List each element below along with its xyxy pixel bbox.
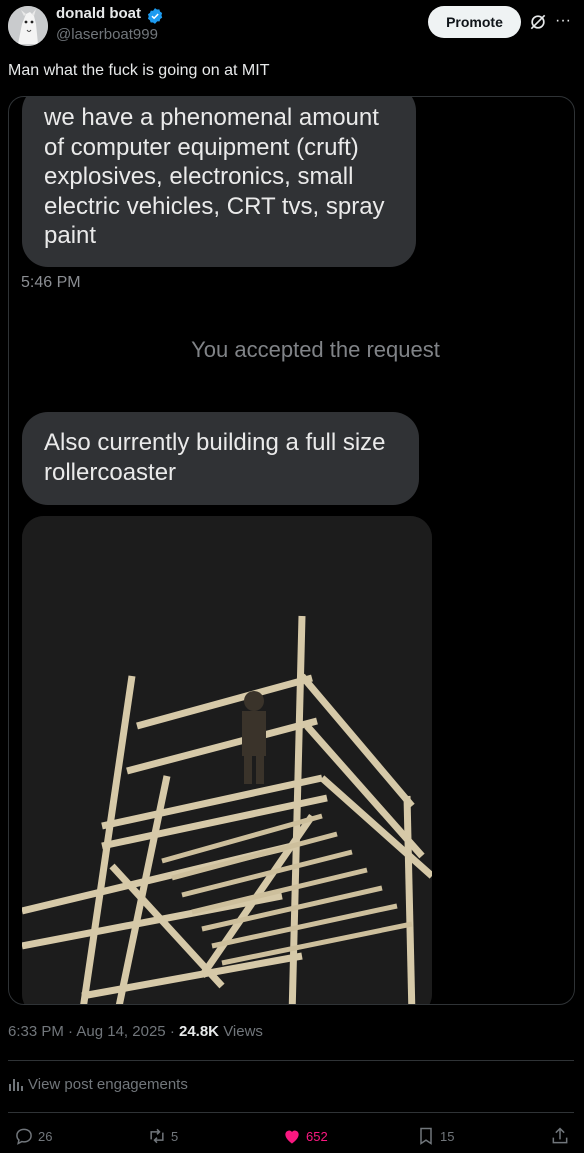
divider [8, 1112, 574, 1113]
share-button[interactable] [550, 1126, 570, 1146]
post-time[interactable]: 6:33 PM [8, 1023, 64, 1040]
post-metadata: 6:33 PM · Aug 14, 2025 · 24.8K Views [8, 1023, 263, 1040]
divider [8, 1060, 574, 1061]
reply-button[interactable]: 26 [14, 1126, 52, 1146]
like-count: 652 [306, 1128, 328, 1144]
view-engagements-link[interactable]: View post engagements [8, 1076, 188, 1093]
reply-icon [16, 1128, 32, 1145]
repost-count: 5 [171, 1128, 179, 1144]
separator: · [68, 1023, 74, 1040]
separator: · [169, 1023, 175, 1040]
bookmark-icon [420, 1127, 432, 1145]
reply-count: 26 [38, 1128, 53, 1144]
promote-button[interactable]: Promote [428, 6, 521, 38]
photo-image [22, 516, 432, 1004]
message-bubble: Also currently building a full size roll… [22, 412, 419, 505]
heart-icon [285, 1130, 299, 1144]
post-date[interactable]: Aug 14, 2025 [76, 1023, 165, 1040]
bookmark-count: 15 [440, 1128, 455, 1144]
bookmark-button[interactable]: 15 [416, 1126, 454, 1146]
avatar[interactable] [8, 6, 48, 46]
engagements-label: View post engagements [28, 1076, 188, 1093]
media-attachment[interactable]: we have a phenomenal amount of computer … [8, 96, 575, 1005]
author-name[interactable]: donald boat [56, 5, 141, 22]
views-label: Views [223, 1023, 263, 1040]
message-timestamp: 5:46 PM [21, 274, 81, 291]
repost-button[interactable]: 5 [147, 1126, 178, 1146]
more-icon[interactable]: ··· [555, 12, 571, 30]
tweet-text: Man what the fuck is going on at MIT [8, 62, 270, 79]
author-handle[interactable]: @laserboat999 [56, 26, 158, 43]
share-icon [552, 1127, 568, 1144]
analytics-icon [9, 1079, 23, 1091]
grok-icon[interactable] [528, 12, 548, 32]
system-message: You accepted the request [191, 337, 440, 362]
message-bubble: we have a phenomenal amount of computer … [22, 97, 416, 267]
views-count: 24.8K [178, 1023, 220, 1040]
repost-icon [150, 1128, 164, 1144]
like-button[interactable]: 652 [282, 1126, 328, 1146]
verified-badge-icon [147, 8, 163, 24]
